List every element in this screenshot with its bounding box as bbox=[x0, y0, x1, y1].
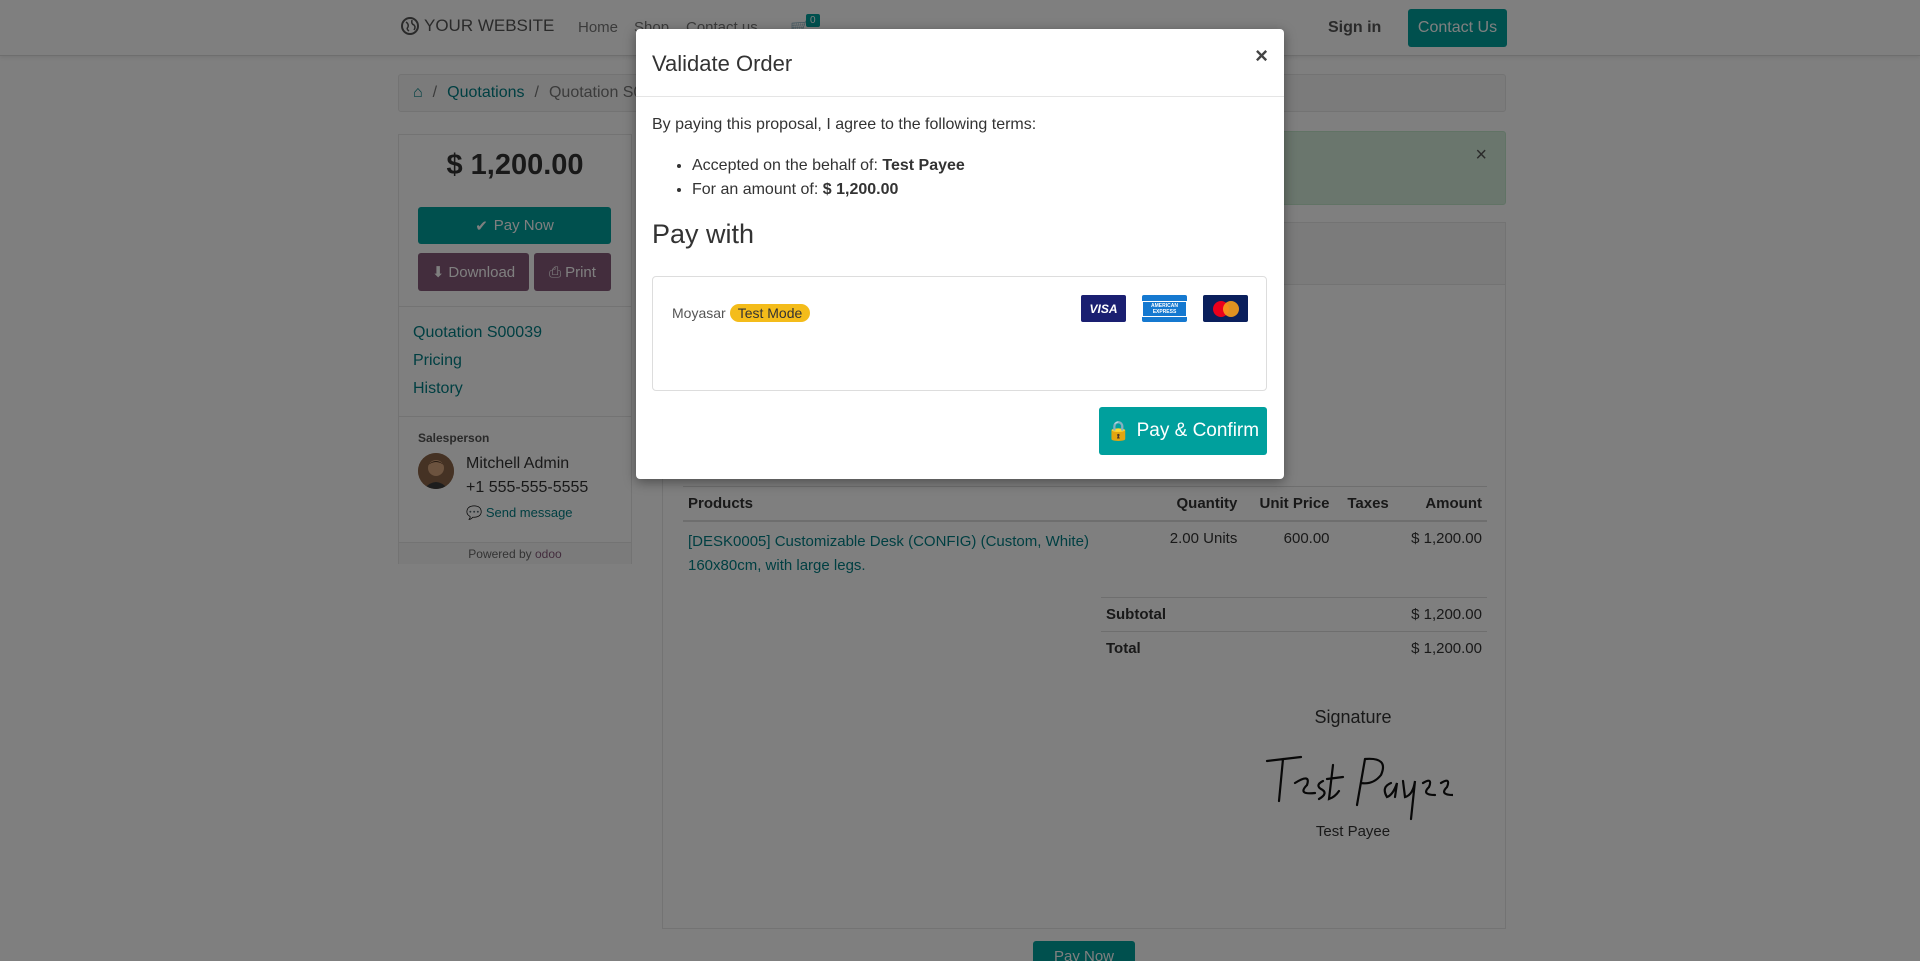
modal-title: Validate Order bbox=[652, 51, 793, 76]
term-behalf-label: Accepted on the behalf of: bbox=[692, 157, 878, 174]
list-item: For an amount of: $ 1,200.00 bbox=[692, 178, 965, 202]
acquirer-name: Moyasar bbox=[672, 305, 726, 321]
list-item: Accepted on the behalf of: Test Payee bbox=[692, 154, 965, 178]
visa-icon: VISA bbox=[1081, 295, 1126, 322]
modal-header: Validate Order × bbox=[636, 29, 1284, 97]
term-behalf-value: Test Payee bbox=[882, 157, 965, 174]
pay-and-confirm-button[interactable]: 🔒 Pay & Confirm bbox=[1099, 407, 1267, 455]
term-amount-value: $ 1,200.00 bbox=[822, 181, 899, 198]
pay-and-confirm-label: Pay & Confirm bbox=[1136, 420, 1260, 441]
terms-list: Accepted on the behalf of: Test Payee Fo… bbox=[692, 154, 965, 202]
mastercard-icon bbox=[1203, 295, 1248, 322]
lock-icon: 🔒 bbox=[1106, 421, 1131, 442]
card-icons: VISA AMERICAN EXPRESS bbox=[1081, 295, 1248, 322]
close-icon[interactable]: × bbox=[1255, 43, 1268, 69]
validate-order-modal: Validate Order × By paying this proposal… bbox=[636, 29, 1284, 479]
term-amount-label: For an amount of: bbox=[692, 181, 819, 198]
acquirer-label: Moyasar Test Mode bbox=[672, 304, 811, 322]
amex-icon: AMERICAN EXPRESS bbox=[1142, 295, 1187, 322]
terms-intro: By paying this proposal, I agree to the … bbox=[652, 116, 1037, 133]
pay-with-heading: Pay with bbox=[652, 219, 755, 249]
payment-acquirer-card[interactable]: Moyasar Test Mode VISA AMERICAN EXPRESS bbox=[652, 276, 1267, 391]
test-mode-badge: Test Mode bbox=[729, 304, 811, 322]
